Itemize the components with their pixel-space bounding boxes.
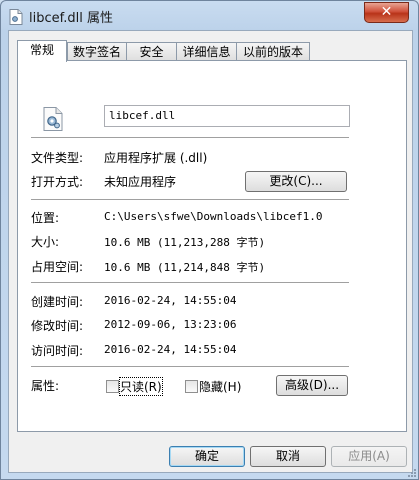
location-value: C:\Users\sfwe\Downloads\libcef1.0 (104, 210, 323, 223)
title-bar[interactable]: libcef.dll 属性 ✕ (1, 1, 418, 31)
ok-button[interactable]: 确定 (169, 446, 245, 467)
size-on-disk-value: 10.6 MB (11,214,848 字节) (104, 261, 266, 274)
cancel-button[interactable]: 取消 (250, 446, 326, 467)
separator (31, 137, 349, 138)
attributes-label: 属性: (31, 379, 60, 393)
size-label: 大小: (31, 235, 60, 249)
accessed-value: 2016-02-24, 14:55:04 (104, 343, 237, 356)
separator (31, 366, 349, 367)
readonly-label[interactable]: 只读(R) (119, 377, 163, 396)
close-button[interactable]: ✕ (364, 2, 409, 23)
dll-file-gear-icon (43, 107, 63, 131)
file-type-label: 文件类型: (31, 151, 84, 165)
tab-security[interactable]: 安全 (126, 42, 177, 61)
apply-button[interactable]: 应用(A) (331, 446, 407, 467)
opens-with-value: 未知应用程序 (104, 175, 177, 189)
accessed-label: 访问时间: (31, 344, 84, 358)
separator (31, 199, 349, 200)
tab-digital-signatures[interactable]: 数字签名 (67, 42, 127, 61)
tab-details[interactable]: 详细信息 (176, 42, 237, 61)
change-button[interactable]: 更改(C)... (245, 171, 347, 192)
modified-value: 2012-09-06, 13:23:06 (104, 318, 237, 331)
file-type-value: 应用程序扩展 (.dll) (104, 151, 208, 165)
properties-window: libcef.dll 属性 ✕ 常规 数字签名 安全 详细信息 以前的版本 li… (0, 0, 419, 480)
created-label: 创建时间: (31, 295, 84, 309)
size-on-disk-label: 占用空间: (31, 260, 84, 274)
hidden-label[interactable]: 隐藏(H) (199, 378, 241, 395)
modified-label: 修改时间: (31, 319, 84, 333)
dialog-client: 常规 数字签名 安全 详细信息 以前的版本 libcef.dll 文件类型: 应… (8, 30, 413, 473)
file-name-value: libcef.dll (109, 109, 176, 122)
readonly-checkbox[interactable] (106, 380, 119, 393)
location-label: 位置: (31, 211, 60, 225)
tab-general[interactable]: 常规 (17, 40, 67, 62)
hidden-checkbox[interactable] (185, 380, 198, 393)
close-icon: ✕ (380, 4, 393, 20)
size-value: 10.6 MB (11,213,288 字节) (104, 236, 266, 249)
created-value: 2016-02-24, 14:55:04 (104, 294, 237, 307)
opens-with-label: 打开方式: (31, 175, 84, 189)
file-name-field[interactable]: libcef.dll (104, 105, 350, 127)
general-panel: libcef.dll 文件类型: 应用程序扩展 (.dll) 打开方式: 未知应… (17, 60, 407, 432)
advanced-button[interactable]: 高级(D)... (276, 375, 348, 396)
separator (31, 282, 349, 283)
tab-previous-versions[interactable]: 以前的版本 (236, 42, 310, 61)
document-icon (9, 9, 23, 25)
resize-grip-icon[interactable] (406, 467, 416, 477)
window-title: libcef.dll 属性 (29, 11, 113, 26)
